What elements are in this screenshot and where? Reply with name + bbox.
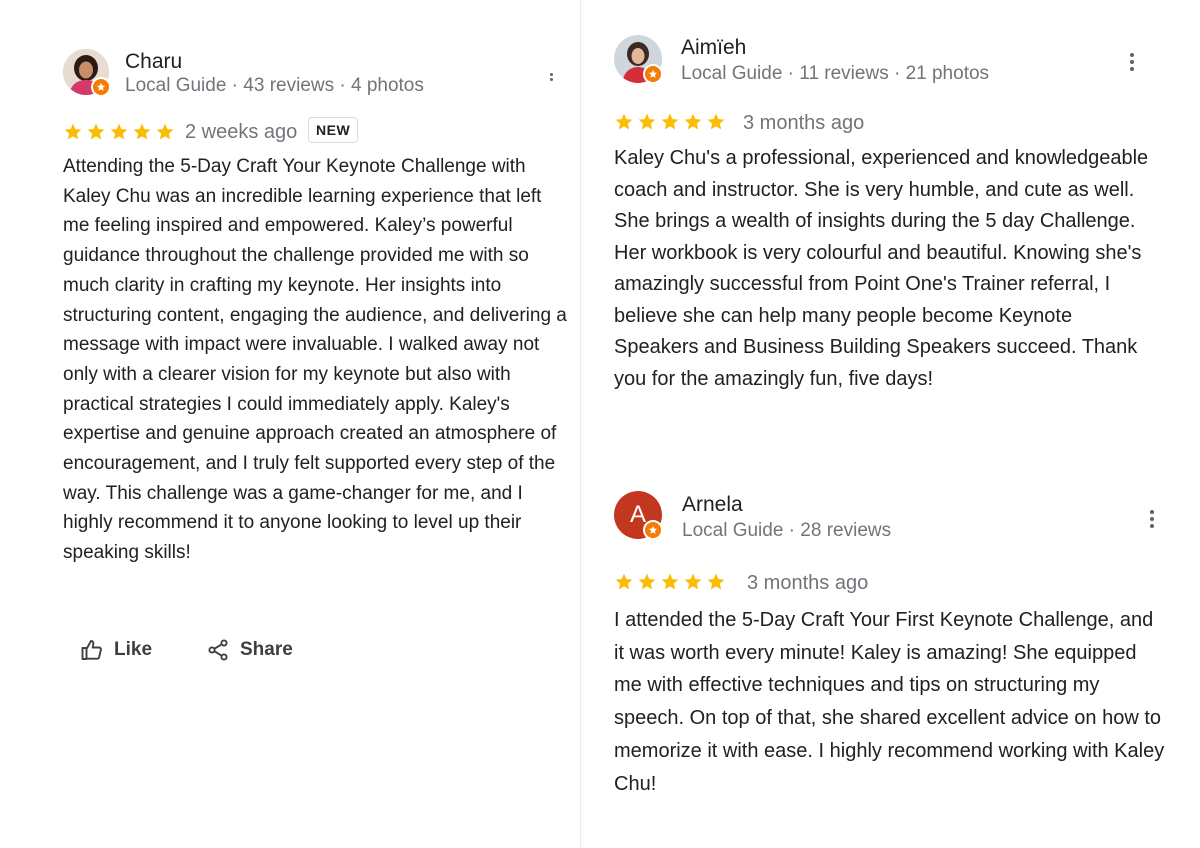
review-text: Attending the 5-Day Craft Your Keynote C… [63,156,567,564]
share-icon [208,639,228,661]
like-label: Like [114,639,153,660]
star-icon [684,573,702,590]
star-icon [638,113,656,130]
review-time: 3 months ago [747,572,869,594]
star-icon [133,123,151,140]
review-text: I attended the 5-Day Craft Your First Ke… [614,609,1165,795]
new-badge: NEW [308,117,359,143]
share-button[interactable]: Share [206,638,293,662]
share-label: Share [240,639,293,660]
more-options-icon[interactable] [1148,510,1156,528]
review-time: 2 weeks ago [185,121,298,143]
reviewer-name[interactable]: Charu [125,50,182,74]
star-icon [707,113,725,130]
star-icon [707,573,725,590]
star-icon [110,123,128,140]
star-icon [638,573,656,590]
star-icon [156,123,174,140]
review-text: Kaley Chu's a professional, experienced … [614,147,1149,390]
star-icon [615,573,633,590]
like-button[interactable]: Like [80,638,152,662]
reviewer-meta: Local Guide · 43 reviews · 4 photos [125,75,424,96]
star-icon [661,573,679,590]
reviewer-meta: Local Guide · 11 reviews · 21 photos [681,63,990,84]
star-icon [87,123,105,140]
thumbs-up-icon [81,640,102,660]
more-options-icon[interactable] [547,73,555,81]
star-icon [64,123,82,140]
star-icon [661,113,679,130]
star-rating [63,122,175,142]
local-guide-badge-icon [643,64,663,84]
reviewer-name[interactable]: Arnela [682,493,743,517]
star-icon [615,113,633,130]
reviewer-meta: Local Guide · 28 reviews [682,520,892,541]
local-guide-badge-icon [91,77,111,97]
review-time: 3 months ago [743,112,865,134]
reviewer-name[interactable]: Aimïeh [681,36,746,60]
star-rating [614,572,726,592]
column-divider [580,0,581,848]
more-options-icon[interactable] [1128,53,1136,71]
local-guide-badge-icon [643,520,663,540]
star-rating [614,112,726,132]
star-icon [684,113,702,130]
